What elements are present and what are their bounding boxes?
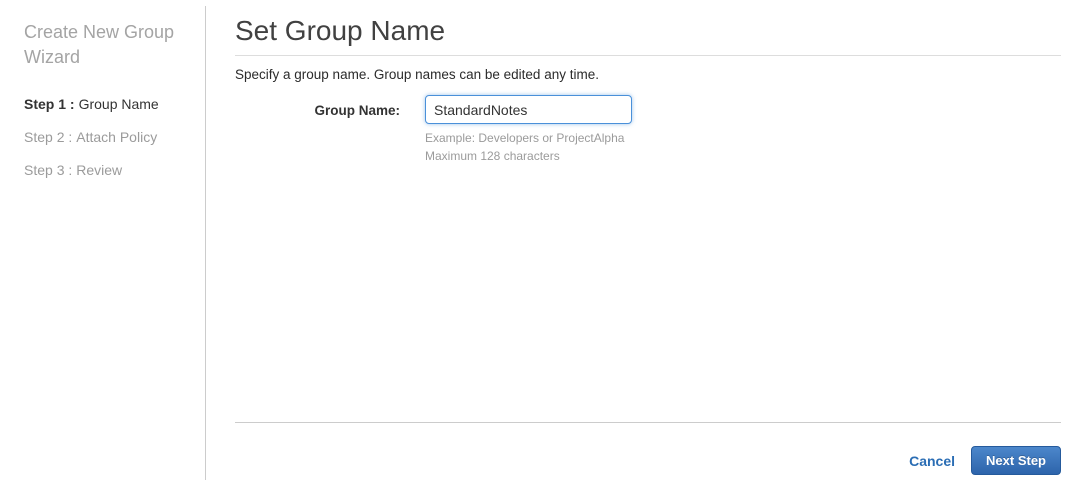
wizard-step-number: Step 2 :: [24, 129, 73, 145]
wizard-step-number: Step 3 :: [24, 162, 73, 178]
title-divider: [235, 55, 1061, 56]
wizard-step-review: Step 3 : Review: [24, 163, 189, 177]
group-name-example-hint: Example: Developers or ProjectAlpha: [425, 131, 625, 145]
wizard-title: Create New Group Wizard: [24, 22, 175, 67]
group-name-form-row: Group Name: Example: Developers or Proje…: [235, 95, 1061, 165]
wizard-step-number: Step 1 :: [24, 96, 75, 112]
group-name-max-hint: Maximum 128 characters: [425, 149, 560, 163]
wizard-step-label: Review: [76, 162, 123, 178]
wizard-steps: Step 1 : Group Name Step 2 : Attach Policy…: [24, 97, 189, 177]
wizard-step-attach-policy: Step 2 : Attach Policy: [24, 130, 189, 144]
wizard-sidebar: Create New Group Wizard Step 1 : Group Na…: [0, 0, 205, 480]
group-name-field: Example: Developers or ProjectAlpha Maxi…: [425, 95, 632, 165]
wizard-step-group-name: Step 1 : Group Name: [24, 97, 189, 111]
sidebar-divider: [205, 6, 206, 480]
wizard-step-label: Group Name: [78, 96, 159, 112]
group-name-label: Group Name:: [314, 103, 400, 118]
page-description: Specify a group name. Group names can be…: [235, 67, 599, 82]
next-step-button[interactable]: Next Step: [971, 446, 1061, 475]
footer-actions: Cancel Next Step: [909, 446, 1061, 475]
page-title: Set Group Name: [235, 15, 446, 46]
group-name-input[interactable]: [425, 95, 632, 124]
cancel-link[interactable]: Cancel: [909, 453, 955, 469]
footer-divider: [235, 422, 1061, 423]
content-panel: Set Group Name Specify a group name. Gro…: [235, 0, 1061, 165]
wizard-step-label: Attach Policy: [76, 129, 158, 145]
